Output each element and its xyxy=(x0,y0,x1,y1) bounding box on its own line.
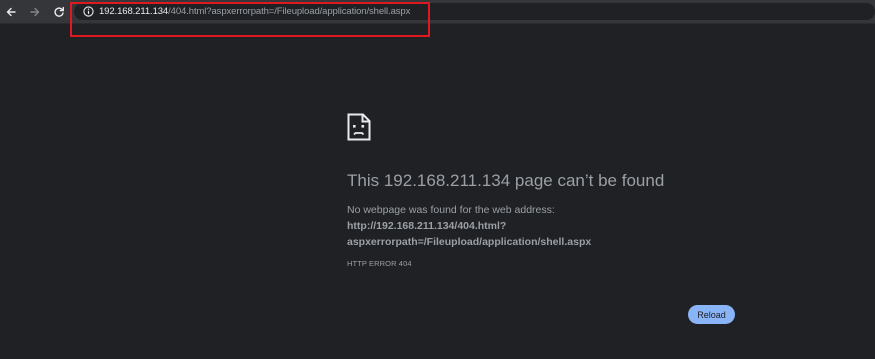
forward-arrow-icon xyxy=(30,7,40,17)
error-description-text: No webpage was found for the web address… xyxy=(347,204,555,216)
reload-toolbar-button[interactable] xyxy=(50,3,68,21)
error-url-line-1: http://192.168.211.134/404.html? xyxy=(347,220,507,232)
back-arrow-icon xyxy=(6,7,16,17)
back-button[interactable] xyxy=(2,3,20,21)
forward-button[interactable] xyxy=(26,3,44,21)
sad-page-icon xyxy=(347,113,371,141)
error-description: No webpage was found for the web address… xyxy=(347,202,591,250)
error-title: This 192.168.211.134 page can’t be found xyxy=(347,171,665,190)
error-url-line-2: aspxerrorpath=/Fileupload/application/sh… xyxy=(347,236,592,248)
reload-button[interactable]: Reload xyxy=(688,305,735,324)
annotation-highlight-box xyxy=(70,2,430,37)
error-code: HTTP ERROR 404 xyxy=(347,259,412,268)
reload-icon xyxy=(54,6,64,17)
